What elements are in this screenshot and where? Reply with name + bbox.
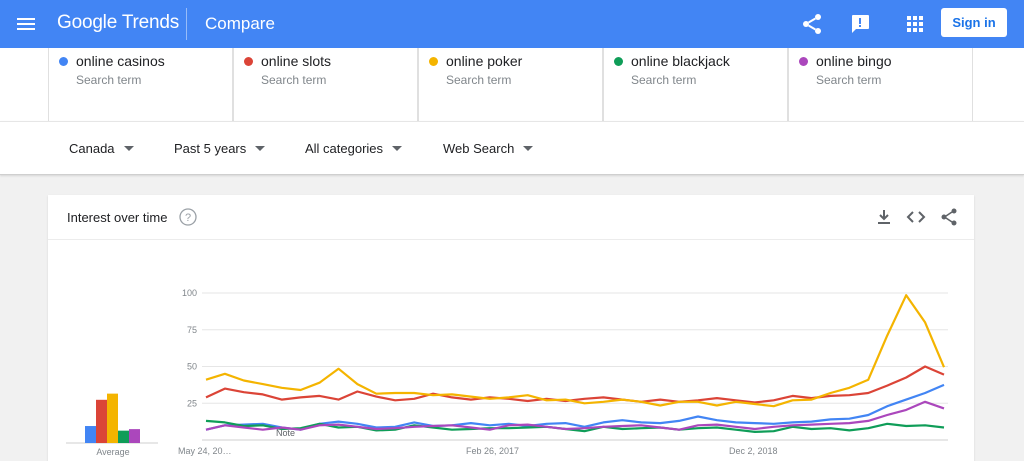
term-name: online poker [446,53,523,69]
menu-icon[interactable] [14,12,38,36]
header-divider [186,8,187,40]
x-tick-label: Feb 26, 2017 [466,446,519,456]
logo-trends: Trends [117,12,180,33]
app-header: Google Trends Compare Sign in [0,0,1024,48]
x-tick-label: Dec 2, 2018 [729,446,778,456]
term-color-dot [59,57,68,66]
time-range-dropdown[interactable]: Past 5 years [174,141,266,156]
average-bar-chart [66,393,158,444]
average-bar-online-bingo [129,429,140,443]
search-term-online-blackjack[interactable]: online blackjack Search term [603,48,788,121]
search-term-online-slots[interactable]: online slots Search term [233,48,418,121]
search-property-value: Web Search [443,141,515,156]
search-term-online-poker[interactable]: online poker Search term [418,48,603,121]
average-bar-online-slots [96,399,107,443]
term-color-dot [614,57,623,66]
dropdown-caret-icon [392,146,403,152]
y-tick-label: 25 [187,398,197,408]
y-tick-label: 50 [187,362,197,372]
term-color-dot [429,57,438,66]
term-type: Search term [631,73,697,87]
y-tick-label: 75 [187,325,197,335]
term-type: Search term [76,73,142,87]
term-color-dot [244,57,253,66]
search-property-dropdown[interactable]: Web Search [443,141,534,156]
term-type: Search term [816,73,882,87]
search-term-online-bingo[interactable]: online bingo Search term [788,48,973,121]
term-name: online slots [261,53,332,69]
search-term-online-casinos[interactable]: online casinos Search term [48,48,233,121]
term-name: online bingo [816,53,892,69]
average-bar-online-poker [107,393,118,443]
y-tick-label: 100 [182,288,197,298]
series-line-online-poker[interactable] [205,294,946,408]
average-bar-online-casinos [85,426,96,443]
term-color-dot [799,57,808,66]
interest-over-time-chart: Average 100 75 50 25 May 24, 20… Feb 26, 201… [66,288,948,457]
page-title: Compare [205,14,275,33]
chart-gridlines [202,292,948,441]
x-tick-label: May 24, 20… [178,446,232,456]
interest-over-time-card: Interest over time ? Average 100 75 50 25 M… [48,195,974,461]
category-dropdown[interactable]: All categories [305,141,403,156]
term-type: Search term [446,73,512,87]
x-axis-ticks: May 24, 20… Feb 26, 2017 Dec 2, 2018 [178,446,778,456]
sign-in-button[interactable]: Sign in [941,8,1007,37]
region-dropdown[interactable]: Canada [69,141,134,156]
term-name: online casinos [76,53,165,69]
feedback-icon[interactable] [848,12,872,36]
apps-icon[interactable] [903,12,927,36]
chart-series [205,294,946,433]
average-bar-online-blackjack [118,430,129,443]
dropdown-caret-icon [255,146,266,152]
dropdown-caret-icon [523,146,534,152]
time-range-value: Past 5 years [174,141,247,156]
average-label: Average [96,447,129,457]
y-axis-ticks: 100 75 50 25 [182,288,197,408]
dropdown-caret-icon [123,146,134,152]
logo-google: Google [57,12,118,33]
note-annotation[interactable]: Note [276,428,295,438]
term-type: Search term [261,73,327,87]
share-icon[interactable] [800,12,824,36]
region-value: Canada [69,141,115,156]
filter-bar: Canada Past 5 years All categories Web S… [0,121,1024,175]
search-terms-bar: online casinos Search term online slots … [0,48,1024,121]
category-value: All categories [305,141,384,156]
term-name: online blackjack [631,53,730,69]
google-trends-logo[interactable]: Google Trends [57,12,179,34]
